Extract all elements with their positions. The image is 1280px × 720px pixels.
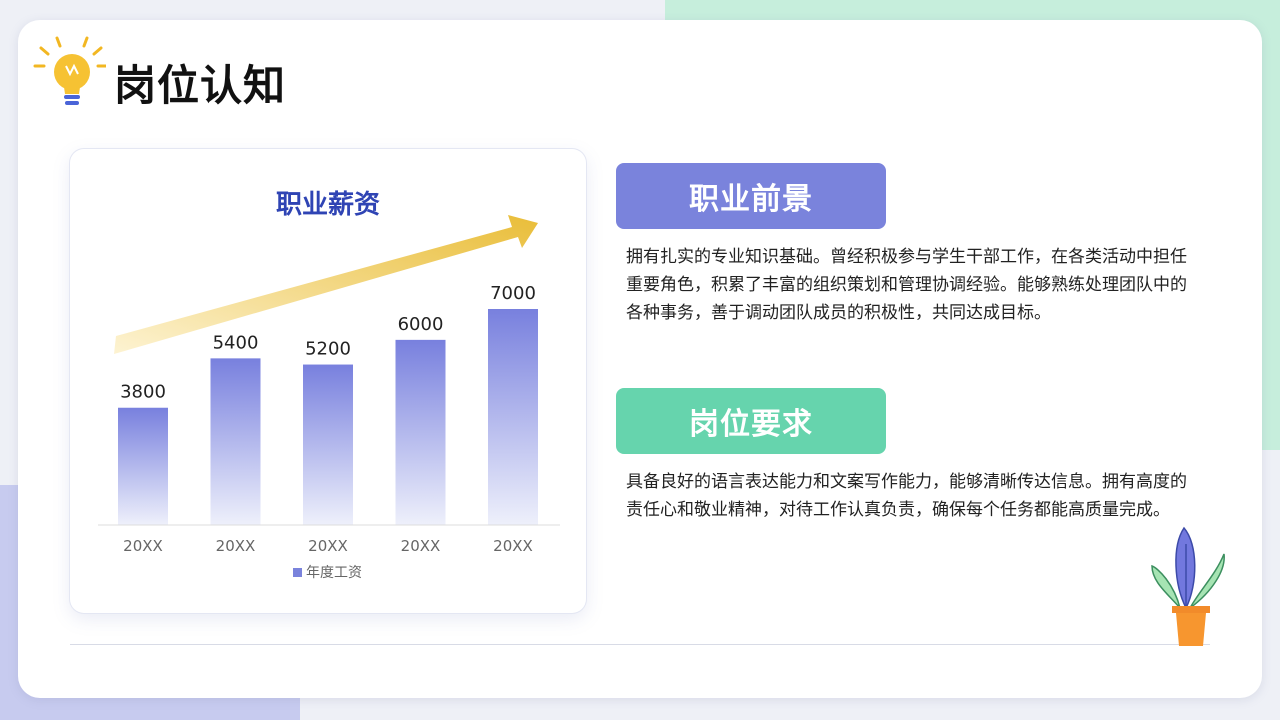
x-tick-label: 20XX (123, 537, 163, 555)
plant-icon (1151, 526, 1225, 646)
legend-label: 年度工资 (306, 565, 362, 581)
section-text-requirements: 具备良好的语言表达能力和文案写作能力，能够清晰传达信息。拥有高度的责任心和敬业精… (626, 472, 1187, 520)
bar-value-label: 5400 (213, 332, 259, 353)
x-tick-label: 20XX (401, 537, 441, 555)
bar-3 (303, 364, 353, 525)
x-tick-label: 20XX (493, 537, 533, 555)
x-tick-label: 20XX (216, 537, 256, 555)
legend-swatch (293, 568, 302, 577)
bar-value-label: 6000 (398, 314, 444, 335)
x-tick-label: 20XX (308, 537, 348, 555)
bar-2 (210, 358, 261, 525)
bar-1 (118, 407, 168, 525)
trend-arrow (114, 215, 538, 354)
lightbulb-icon (33, 36, 106, 105)
page-title: 岗位认知 (114, 61, 287, 110)
salary-chart-panel: 职业薪资 3800 20XX 5400 20XX 5200 20XX 6000 20XX 700… (70, 149, 586, 613)
bar-4 (395, 339, 446, 525)
section-header-requirements: 岗位要求 (616, 388, 886, 454)
bar-5 (488, 309, 538, 525)
salary-chart: 职业薪资 3800 20XX 5400 20XX 5200 20XX 6000 20XX 700… (98, 190, 560, 581)
footer-divider (70, 644, 1210, 645)
bar-value-label: 7000 (490, 283, 536, 304)
chart-title: 职业薪资 (276, 190, 380, 220)
section-text-prospects: 拥有扎实的专业知识基础。曾经积极参与学生干部工作，在各类活动中担任重要角色，积累… (626, 247, 1187, 323)
bar-value-label: 3800 (120, 382, 166, 403)
bar-value-label: 5200 (305, 339, 351, 360)
section-header-prospects: 职业前景 (616, 163, 886, 229)
